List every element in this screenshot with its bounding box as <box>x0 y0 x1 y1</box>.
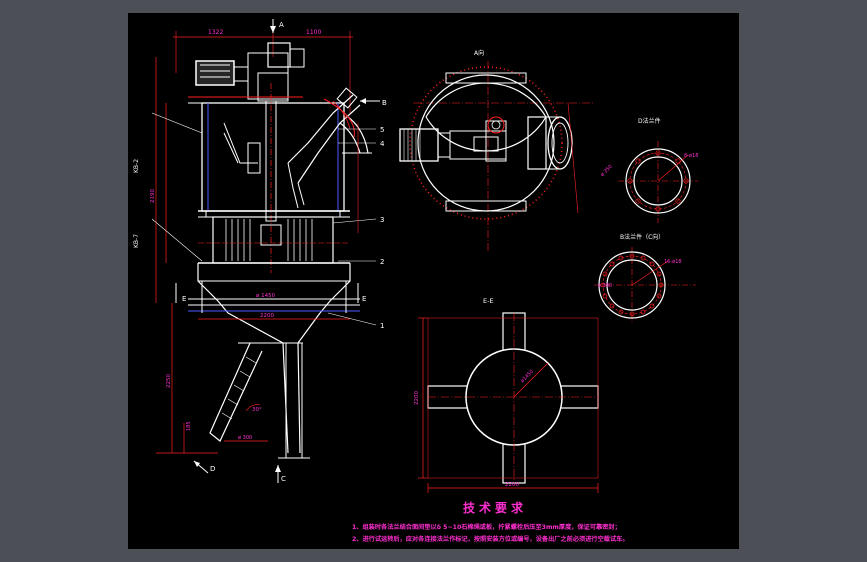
section-ee-height: 2200 <box>414 391 420 405</box>
dim-left-kb7: KB-7 <box>133 234 140 248</box>
section-ee-width: 2200 <box>505 482 519 488</box>
view-a-title: A向 <box>474 49 484 57</box>
arrow-a-label: A <box>279 21 284 29</box>
arrow-c-label: C <box>281 475 286 483</box>
angle-label: 30° <box>252 407 262 413</box>
arrow-b-label: B <box>382 99 387 107</box>
section-e-right: E <box>362 295 366 303</box>
flange-b: B法兰件（C向） 16-ø18 ø 380 <box>594 233 696 323</box>
part-label-3: 3 <box>380 216 384 224</box>
part-label-4: 4 <box>380 140 385 148</box>
dim-lower: 2250 <box>166 374 172 388</box>
flange-b-holes: 16-ø18 <box>664 259 682 265</box>
section-e-left: E <box>182 295 186 303</box>
dim-left-kb2: KB-2 <box>133 159 140 173</box>
flange-b-title: B法兰件（C向） <box>620 233 664 241</box>
dim-small: 185 <box>186 421 192 431</box>
arrow-d-label: D <box>210 465 215 473</box>
requirement-line-1: 1、组装时各法兰结合面间垫以δ 5~10石棉绳或板，拧紧螺栓后压至3mm厚度，保… <box>352 524 621 531</box>
part-label-1: 1 <box>380 322 384 330</box>
requirements-title: 技术要求 <box>462 501 527 515</box>
main-elevation-view: 1322 1100 A ø 1450 30° KB-2 KB-7 2190 22… <box>133 19 387 483</box>
requirement-line-2: 2、进行试运转后，应对各连接法兰作标记，按照安装方位或编号，设备出厂之前必须进行… <box>352 536 629 543</box>
drawing-svg: 1322 1100 A ø 1450 30° KB-2 KB-7 2190 22… <box>133 19 698 493</box>
dim-base: 2200 <box>260 313 274 319</box>
flange-b-dia: ø 380 <box>598 283 612 289</box>
flange-d-dia: ø 350 <box>600 164 614 178</box>
drawing-canvas[interactable]: 1322 1100 A ø 1450 30° KB-2 KB-7 2190 22… <box>128 13 739 549</box>
dim-height: 2190 <box>150 189 156 203</box>
section-ee-title: E-E <box>483 297 494 305</box>
part-label-5: 5 <box>380 126 384 134</box>
dim-outlet: ø 300 <box>238 435 252 441</box>
cad-viewer: 1322 1100 A ø 1450 30° KB-2 KB-7 2190 22… <box>0 0 867 562</box>
flange-d-title: D法兰件 <box>638 117 661 125</box>
view-a: A向 <box>399 49 593 251</box>
dim-inlet: ø 1450 <box>256 293 276 299</box>
flange-d: D法兰件 8-ø18 ø 350 <box>600 117 698 223</box>
dim-top-right: 1100 <box>306 29 321 36</box>
flange-d-holes: 8-ø18 <box>684 153 698 159</box>
part-label-2: 2 <box>380 258 384 266</box>
section-ee: E-E ø1450 2200 2200 <box>414 297 599 493</box>
dim-top-left: 1322 <box>208 29 223 36</box>
